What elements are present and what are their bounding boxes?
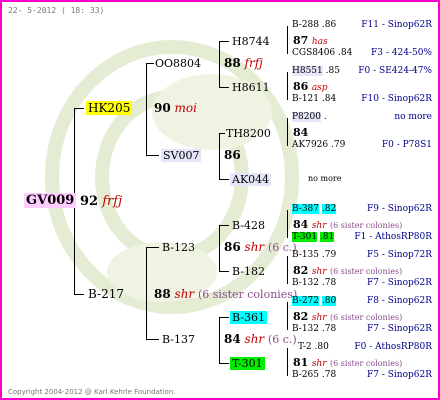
tree-line <box>287 210 288 238</box>
tree-line <box>219 41 229 42</box>
g4-node[interactable]: CGS8406 .84 <box>292 49 352 58</box>
g3-node[interactable]: B-428 <box>232 220 265 231</box>
g3-node[interactable]: AK044 <box>230 173 272 186</box>
g3-node[interactable]: TH8200 <box>226 128 271 139</box>
tree-line <box>219 41 220 87</box>
tree-line <box>287 72 288 100</box>
g4-node[interactable]: B-288 .86 <box>292 21 336 30</box>
tree-line <box>287 302 288 330</box>
g4-node[interactable]: B-121 .84 <box>292 95 336 104</box>
g2-node[interactable]: B-137 <box>162 334 195 345</box>
tree-line <box>74 108 84 109</box>
g3-score: 84 shr (6 sister colonies) <box>293 218 403 231</box>
g4-source: F9 - Sinop62R <box>367 204 432 214</box>
g2-score: 86 shr (6 c.) <box>224 240 297 254</box>
date-stamp: 22- 5-2012 ( 18: 33) <box>8 6 105 15</box>
g4-source: F11 - Sinop62R <box>361 20 432 30</box>
g4-node[interactable]: B-387 .82 <box>292 204 337 214</box>
tree-line <box>146 247 159 248</box>
g3-node[interactable]: B-361 <box>230 311 267 324</box>
g3-note: no more <box>308 174 342 183</box>
g1-bot-node[interactable]: B-217 <box>88 288 124 300</box>
g4-node[interactable]: P8200 . <box>292 112 327 122</box>
tree-line <box>219 317 220 363</box>
g4-source: F10 - Sinop62R <box>361 94 432 104</box>
tree-line <box>219 225 229 226</box>
g2-node[interactable]: SV007 <box>161 149 202 162</box>
g4-node[interactable]: B-135 .79 <box>292 251 336 260</box>
queen-score: 92 frfj <box>80 194 123 209</box>
g4-source: F1 - AthosRP80R <box>354 232 432 242</box>
tree-line <box>146 63 147 155</box>
g4-source: F0 - P78S1 <box>381 140 432 150</box>
pedigree-frame: 22- 5-2012 ( 18: 33) GV009 92 frfj HK205… <box>0 0 440 400</box>
tree-line <box>219 133 220 179</box>
tree-line <box>219 363 229 364</box>
tree-line <box>219 225 220 271</box>
g4-node[interactable]: H8551 .85 <box>292 66 340 76</box>
tree-line <box>146 63 154 64</box>
g3-score: 82 shr (6 sister colonies) <box>293 310 403 323</box>
g2-node[interactable]: OO8804 <box>155 58 201 69</box>
g4-node[interactable]: B-265 .78 <box>292 371 336 380</box>
g3-score: 84 <box>293 126 309 139</box>
g4-source: F8 - Sinop62R <box>367 296 432 306</box>
tree-line <box>219 179 229 180</box>
g4-source: F5 - Sinop72R <box>367 250 432 260</box>
tree-line <box>219 133 225 134</box>
g3-node[interactable]: T-301 <box>230 357 265 370</box>
g4-node[interactable]: B-272 .80 <box>292 296 337 306</box>
queen-node[interactable]: GV009 <box>24 193 77 208</box>
tree-line <box>146 339 159 340</box>
g4-source: F0 - AthosRP80R <box>354 342 432 352</box>
tree-line <box>219 87 229 88</box>
tree-line <box>219 271 229 272</box>
g2-score: 84 shr (6 c.) <box>224 332 297 346</box>
g1-top-node[interactable]: HK205 <box>86 101 133 115</box>
tree-line <box>146 155 159 156</box>
g2-score: 88 frfj <box>224 56 263 70</box>
g4-source: no more <box>394 112 432 122</box>
g4-source: F7 - Sinop62R <box>367 324 432 334</box>
g2-score: 86 <box>224 148 241 162</box>
g4-source: F0 - SE424-47% <box>358 66 432 76</box>
g4-node[interactable]: T-301 .81 <box>292 232 335 242</box>
tree-line <box>74 294 84 295</box>
g3-score: 81 shr (6 sister colonies) <box>293 356 403 369</box>
tree-line <box>287 26 288 54</box>
g4-source: F7 - Sinop62R <box>367 370 432 380</box>
tree-line <box>146 247 147 339</box>
g3-score: 82 shr (6 sister colonies) <box>293 264 403 277</box>
tree-line <box>287 118 288 146</box>
g3-node[interactable]: H8744 <box>232 36 270 47</box>
g4-node[interactable]: AK7926 .79 <box>292 141 345 150</box>
g4-source: F3 - 424-50% <box>371 48 432 58</box>
g4-node[interactable]: B-132 .78 <box>292 279 336 288</box>
tree-line <box>287 256 288 284</box>
g3-score: 87 has <box>293 34 328 47</box>
tree-line <box>287 348 288 376</box>
g3-score: 86 asp <box>293 80 328 93</box>
g1-bot-score: 88 shr (6 sister colonies) <box>154 287 298 301</box>
g2-node[interactable]: B-123 <box>162 242 195 253</box>
g3-node[interactable]: B-182 <box>232 266 265 277</box>
g3-node[interactable]: H8611 <box>232 82 270 93</box>
g4-node[interactable]: T-2 .80 <box>298 343 329 352</box>
queen-id: GV009 <box>24 193 77 208</box>
g1-top-score: 90 moi <box>154 101 197 115</box>
copyright-text: Copyright 2004-2012 @ Karl Kehrle Founda… <box>8 388 176 396</box>
g4-node[interactable]: B-132 .78 <box>292 325 336 334</box>
tree-line <box>219 317 229 318</box>
g4-source: F7 - Sinop62R <box>367 278 432 288</box>
